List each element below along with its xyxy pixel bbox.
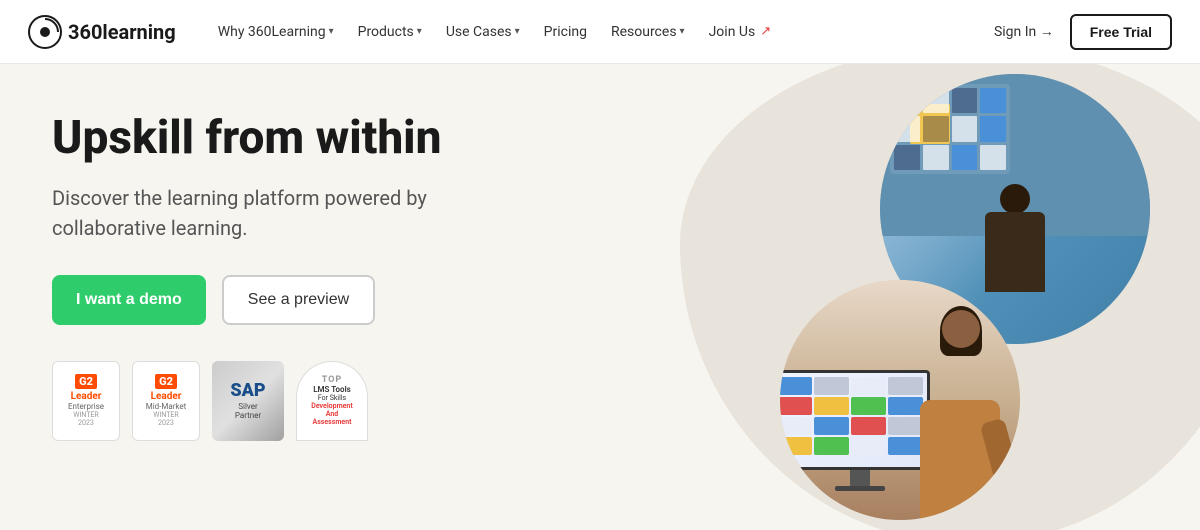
- nav-label-usecases: Use Cases: [446, 24, 512, 40]
- woman-background: [780, 280, 1020, 520]
- screen-tile: [780, 377, 812, 395]
- arrow-icon: ↗: [760, 24, 771, 39]
- g2-enterprise-badge: G2 Leader Enterprise WINTER 2023: [52, 361, 120, 441]
- grid-cell: [980, 145, 1006, 170]
- preview-label: See a preview: [248, 291, 349, 308]
- woman-head: [942, 310, 980, 348]
- grid-cell: [923, 145, 949, 170]
- g2-year: 2023: [78, 419, 94, 427]
- hero-buttons: I want a demo See a preview: [52, 275, 532, 325]
- screen-tile: [780, 437, 812, 455]
- grid-cell: [952, 116, 978, 141]
- grid-cell: [980, 116, 1006, 141]
- nav-links: Why 360Learning ▾ Products ▾ Use Cases ▾…: [208, 16, 994, 48]
- woman-figure: [880, 300, 1020, 520]
- grid-cell: [952, 145, 978, 170]
- person-head: [1000, 184, 1030, 214]
- chevron-down-icon: ▾: [417, 26, 422, 37]
- nav-right: Sign In → Free Trial: [994, 14, 1172, 50]
- nav-label-resources: Resources: [611, 24, 677, 40]
- demo-label: I want a demo: [76, 291, 182, 308]
- hero-section: Upskill from within Discover the learnin…: [0, 64, 580, 530]
- screen-tile: [780, 397, 812, 415]
- office-grid-decoration: [890, 84, 1010, 174]
- top-label: TOP: [322, 375, 342, 385]
- sign-in-label: Sign In →: [994, 23, 1054, 40]
- grid-cell: [894, 116, 920, 141]
- hero-image-area: [580, 64, 1200, 530]
- chevron-down-icon: ▾: [329, 26, 334, 37]
- free-trial-button[interactable]: Free Trial: [1070, 14, 1172, 50]
- woman-circle-image: [780, 280, 1020, 520]
- monitor-stand: [850, 470, 870, 486]
- g2-season-2: WINTER: [153, 411, 178, 419]
- nav-label-why360: Why 360Learning: [218, 24, 326, 40]
- nav-item-pricing[interactable]: Pricing: [534, 16, 597, 48]
- navbar: 360learning Why 360Learning ▾ Products ▾…: [0, 0, 1200, 64]
- nav-item-usecases[interactable]: Use Cases ▾: [436, 16, 530, 48]
- top-dev-label: DevelopmentAndAssessment: [311, 402, 352, 426]
- g2-leader-label: Leader: [71, 391, 102, 402]
- top-lms-badge: TOP LMS Tools For Skills DevelopmentAndA…: [296, 361, 368, 441]
- nav-label-pricing: Pricing: [544, 24, 587, 40]
- hero-subtitle: Discover the learning platform powered b…: [52, 183, 472, 243]
- top-skills-label: For Skills: [318, 394, 346, 402]
- woman-body: [920, 400, 1000, 520]
- grid-cell: [894, 145, 920, 170]
- nav-item-products[interactable]: Products ▾: [348, 16, 432, 48]
- g2-leader-label-2: Leader: [151, 391, 182, 402]
- sap-label: SAP: [230, 382, 265, 400]
- g2-logo-2: G2: [155, 374, 177, 389]
- grid-cell: [923, 116, 949, 141]
- nav-item-joinus[interactable]: Join Us ↗: [699, 16, 782, 48]
- screen-tile: [814, 377, 849, 395]
- grid-cell: [923, 88, 949, 113]
- free-trial-label: Free Trial: [1090, 24, 1152, 40]
- grid-cell: [952, 88, 978, 113]
- g2-midmarket-badge: G2 Leader Mid-Market WINTER 2023: [132, 361, 200, 441]
- nav-item-resources[interactable]: Resources ▾: [601, 16, 695, 48]
- demo-button[interactable]: I want a demo: [52, 275, 206, 325]
- sap-sub-label: SilverPartner: [235, 402, 261, 420]
- brand-logo[interactable]: 360learning: [28, 15, 176, 49]
- brand-name: 360learning: [68, 20, 176, 44]
- grid-cell: [894, 88, 920, 113]
- g2-top-2: G2: [155, 374, 177, 389]
- screen-tile: [814, 397, 849, 415]
- g2-top: G2: [75, 374, 97, 389]
- logo-icon: [28, 15, 62, 49]
- grid-cell: [980, 88, 1006, 113]
- monitor-base: [835, 486, 885, 491]
- g2-enterprise-label: Enterprise: [68, 402, 104, 411]
- nav-label-joinus: Join Us: [709, 24, 756, 40]
- screen-tile: [814, 417, 849, 435]
- screen-tile: [780, 417, 812, 435]
- sign-in-button[interactable]: Sign In →: [994, 23, 1054, 40]
- top-lms-label: LMS Tools: [313, 385, 351, 394]
- nav-label-products: Products: [358, 24, 414, 40]
- chevron-down-icon: ▾: [680, 26, 685, 37]
- preview-button[interactable]: See a preview: [222, 275, 375, 325]
- nav-item-why360[interactable]: Why 360Learning ▾: [208, 16, 344, 48]
- hero-title: Upskill from within: [52, 112, 532, 165]
- main-content: Upskill from within Discover the learnin…: [0, 64, 1200, 530]
- chevron-down-icon: ▾: [515, 26, 520, 37]
- social-proof-badges: G2 Leader Enterprise WINTER 2023 G2 Lead…: [52, 361, 532, 441]
- g2-midmarket-label: Mid-Market: [146, 402, 187, 411]
- g2-season: WINTER: [73, 411, 98, 419]
- screen-tile: [814, 437, 849, 455]
- g2-logo: G2: [75, 374, 97, 389]
- g2-year-2: 2023: [158, 419, 174, 427]
- sap-badge: SAP SilverPartner: [212, 361, 284, 441]
